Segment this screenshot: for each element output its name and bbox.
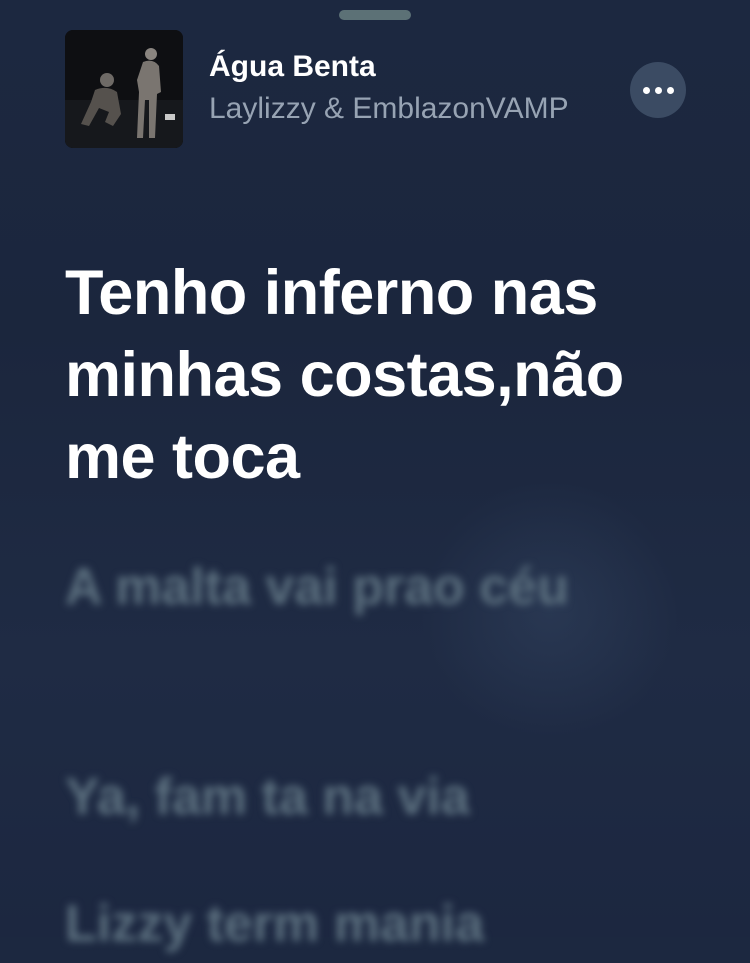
upcoming-lyric-line[interactable]: Lizzy term mania (65, 885, 705, 963)
ellipsis-icon (654, 86, 662, 94)
ellipsis-icon (642, 86, 650, 94)
album-artwork (65, 30, 183, 148)
more-options-button[interactable] (630, 62, 686, 118)
upcoming-lyric-line[interactable]: A malta vai prao céu (65, 548, 705, 626)
current-lyric-line[interactable]: Tenho inferno nas minhas costas,não me t… (65, 252, 705, 498)
sheet-grabber[interactable] (339, 10, 411, 20)
track-artist[interactable]: Laylizzy & EmblazonVAMP (209, 92, 579, 126)
upcoming-lyric-line[interactable]: Ya, fam ta na via (65, 758, 705, 836)
ellipsis-icon (666, 86, 674, 94)
track-title: Água Benta (209, 50, 376, 83)
